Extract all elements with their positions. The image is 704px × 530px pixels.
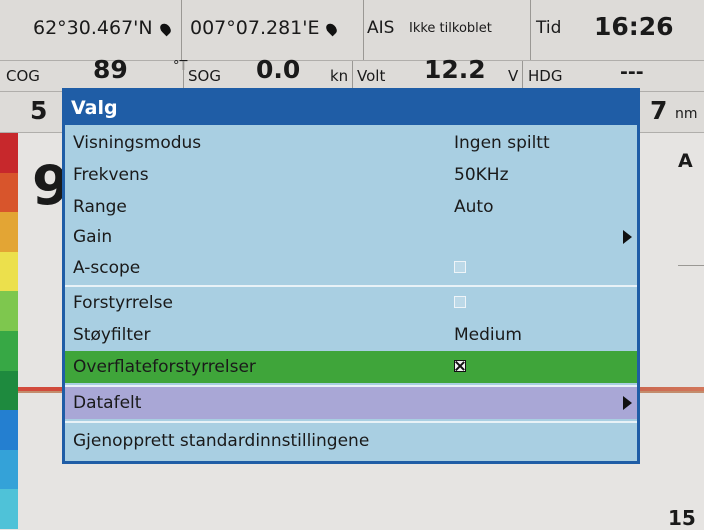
data-right-unit: nm	[675, 106, 698, 122]
volt-value: 12.2	[424, 55, 486, 84]
cog-unit: °T	[173, 59, 188, 74]
ais-label: AIS	[367, 18, 395, 38]
menu-item-overflateforstyrrelser[interactable]: Overflateforstyrrelser	[65, 351, 637, 383]
ais-status: Ikke tilkoblet	[409, 21, 492, 36]
options-menu: Valg Visningsmodus Ingen spiltt Frekvens…	[62, 88, 640, 464]
menu-item-label: Støyfilter	[73, 325, 151, 345]
menu-item-value: Medium	[454, 325, 522, 345]
hdg-value: ---	[620, 61, 644, 83]
cog-value: 89	[93, 55, 128, 84]
menu-item-gain[interactable]: Gain	[65, 221, 637, 253]
overflate-checkbox[interactable]	[454, 360, 466, 372]
menu-item-label: Visningsmodus	[73, 133, 202, 153]
time-label: Tid	[536, 18, 562, 38]
forstyrrelse-checkbox[interactable]	[454, 296, 466, 308]
menu-item-label: Overflateforstyrrelser	[73, 357, 256, 377]
submenu-arrow-icon	[623, 230, 632, 244]
menu-item-label: Gjenopprett standardinnstillingene	[73, 431, 370, 451]
menu-item-label: A-scope	[73, 258, 141, 278]
menu-item-value: Ingen spiltt	[454, 133, 550, 153]
menu-item-range[interactable]: Range Auto	[65, 191, 637, 223]
data-left-partial: 5	[30, 96, 48, 125]
menu-item-ascope[interactable]: A-scope	[65, 252, 637, 284]
range-scale-number: 15	[668, 506, 696, 530]
status-bar: 62°30.467'N 007°07.281'E AIS Ikke tilkob…	[0, 0, 704, 61]
depth-tick	[678, 265, 704, 266]
menu-item-label: Forstyrrelse	[73, 293, 173, 313]
waypoint-drop-icon	[324, 21, 340, 37]
volt-unit: V	[508, 67, 519, 85]
menu-title: Valg	[65, 91, 637, 125]
menu-item-stoyfilter[interactable]: Støyfilter Medium	[65, 319, 637, 351]
longitude-readout: 007°07.281'E	[190, 17, 340, 39]
echo-color-scale	[0, 133, 18, 529]
cog-label: COG	[6, 67, 40, 85]
menu-item-label: Gain	[73, 227, 113, 247]
menu-divider	[65, 421, 637, 423]
menu-item-value: Auto	[454, 197, 494, 217]
time-value: 16:26	[594, 12, 674, 41]
ascope-checkbox[interactable]	[454, 261, 466, 273]
hdg-label: HDG	[528, 67, 563, 85]
data-right-partial: 7	[650, 96, 668, 125]
sog-unit: kn	[330, 67, 349, 85]
sog-label: SOG	[188, 67, 221, 85]
submenu-arrow-icon	[623, 396, 632, 410]
menu-item-label: Frekvens	[73, 165, 149, 185]
menu-item-frekvens[interactable]: Frekvens 50KHz	[65, 159, 637, 191]
menu-item-restore-defaults[interactable]: Gjenopprett standardinnstillingene	[65, 425, 637, 457]
waypoint-drop-icon	[157, 21, 173, 37]
menu-item-forstyrrelse[interactable]: Forstyrrelse	[65, 287, 637, 319]
ascope-label-partial: A	[678, 150, 693, 172]
menu-item-visningsmodus[interactable]: Visningsmodus Ingen spiltt	[65, 127, 637, 159]
menu-item-label: Datafelt	[73, 393, 142, 413]
menu-item-datafelt[interactable]: Datafelt	[65, 387, 637, 419]
latitude-readout: 62°30.467'N	[33, 17, 174, 39]
sog-value: 0.0	[256, 55, 301, 84]
menu-item-label: Range	[73, 197, 127, 217]
volt-label: Volt	[357, 67, 386, 85]
menu-item-value: 50KHz	[454, 165, 509, 185]
